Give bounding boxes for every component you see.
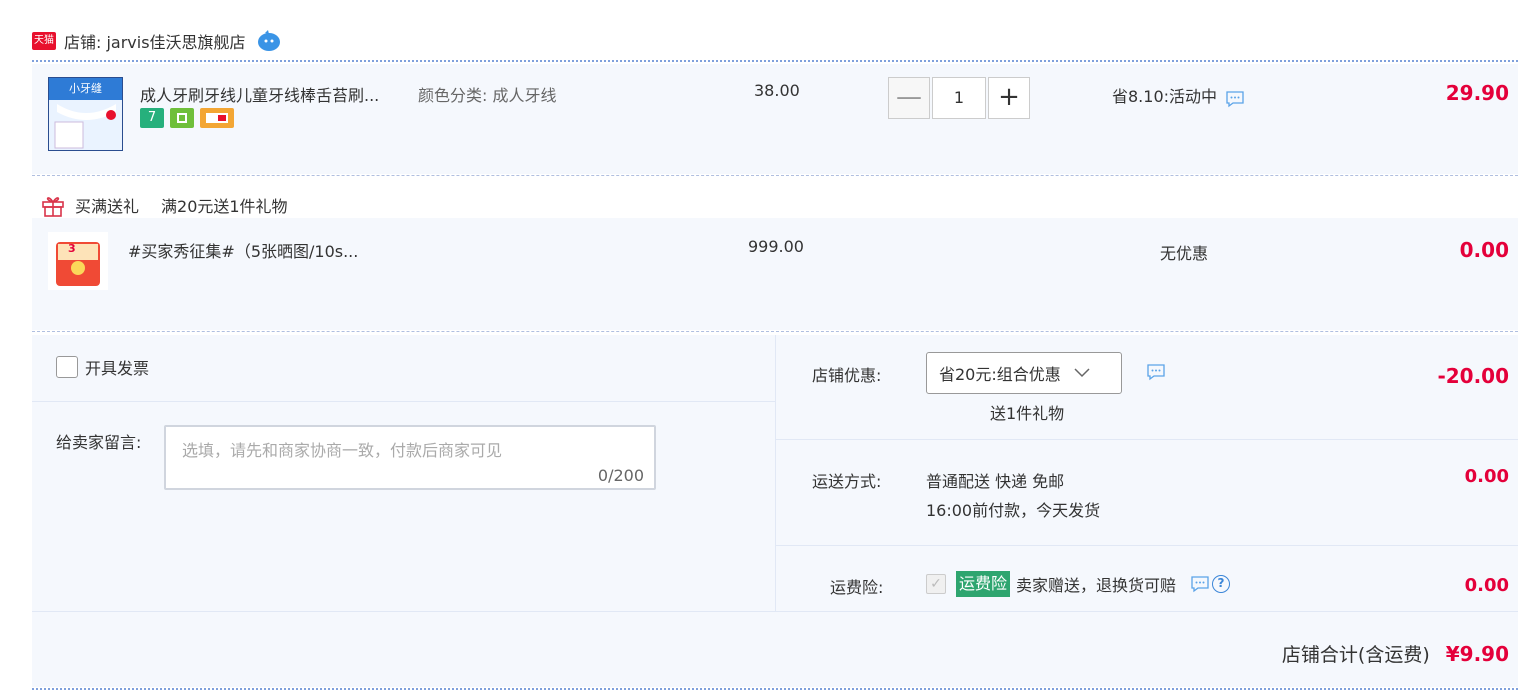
insurance-badge: 运费险 <box>956 571 1011 597</box>
gift-label: 买满送礼 <box>75 197 140 216</box>
tmall-logo: 天猫 <box>32 32 56 50</box>
message-placeholder: 选填，请先和商家协商一致，付款后商家可见 <box>182 441 503 460</box>
promo-1: 省8.10:活动中 <box>1112 82 1245 108</box>
divider <box>32 401 775 402</box>
invoice-checkbox[interactable] <box>56 356 78 378</box>
product-title-1[interactable]: 成人牙刷牙线儿童牙线棒舌苔刷... <box>140 82 410 106</box>
red-envelope-illustration <box>56 242 100 286</box>
insurance-checkbox: ✓ <box>926 574 946 594</box>
seven-day-return-icon: 7 <box>140 108 164 128</box>
gift-rule: 满20元送1件礼物 <box>161 197 288 216</box>
store-discount-selected: 省20元:组合优惠 <box>939 365 1061 384</box>
chevron-down-icon <box>1074 368 1090 378</box>
shipping-note: 16:00前付款，今天发货 <box>926 501 1101 520</box>
store-total-label: 店铺合计(含运费) <box>1281 644 1430 666</box>
message-counter: 0/200 <box>597 466 644 485</box>
product-sku-1: 颜色分类: 成人牙线 <box>418 86 557 105</box>
toothbrush-product-illustration <box>54 104 116 149</box>
store-discount-label: 店铺优惠: <box>812 366 882 385</box>
service-tags: 7 <box>140 108 234 128</box>
subtotal-2: 0.00 <box>1459 238 1509 262</box>
divider <box>776 545 1518 546</box>
gift-promo: 买满送礼 满20元送1件礼物 <box>40 192 288 218</box>
divider <box>32 611 1518 612</box>
store-total-amount: ¥9.90 <box>1445 641 1509 666</box>
promo-text-1: 省8.10:活动中 <box>1112 87 1218 106</box>
store-discount-sub: 送1件礼物 <box>990 404 1065 423</box>
shipping-amount: 0.00 <box>1464 466 1509 487</box>
message-textarea[interactable]: 选填，请先和商家协商一致，付款后商家可见 0/200 <box>164 425 656 490</box>
divider <box>32 688 1518 690</box>
insurance-amount: 0.00 <box>1464 575 1509 596</box>
store-header: 天猫 店铺: jarvis佳沃思旗舰店 <box>32 26 282 56</box>
product-title-2[interactable]: #买家秀征集#（5张晒图/10s... <box>128 238 358 262</box>
unit-price-2: 999.00 <box>748 237 804 256</box>
comment-icon[interactable] <box>1146 363 1166 381</box>
unit-price-1: 38.00 <box>754 81 800 100</box>
product-image-label: 小牙缝 <box>49 78 122 100</box>
insurance-label: 运费险: <box>830 578 884 597</box>
comment-icon[interactable] <box>1225 90 1245 108</box>
increase-quantity-button[interactable]: + <box>988 77 1030 119</box>
product-image-2[interactable]: 3 <box>48 232 108 290</box>
quantity-stepper: — 1 + <box>888 77 1030 119</box>
credit-card-icon <box>200 108 234 128</box>
decrease-quantity-button[interactable]: — <box>888 77 930 119</box>
message-label: 给卖家留言: <box>56 433 142 452</box>
column-divider <box>775 335 776 612</box>
insurance-text: 卖家赠送，退换货可赔 <box>1016 576 1177 595</box>
insurance-option: ✓ 运费险 卖家赠送，退换货可赔 ? <box>926 571 1231 597</box>
quantity-input[interactable]: 1 <box>932 77 986 119</box>
invoice-option[interactable]: 开具发票 <box>56 355 149 379</box>
product-image-label-2: 3 <box>68 242 76 255</box>
store-discount-amount: -20.00 <box>1437 364 1509 388</box>
subtotal-1: 29.90 <box>1445 81 1509 105</box>
help-icon[interactable]: ? <box>1212 575 1231 593</box>
shipping-label: 运送方式: <box>812 472 882 491</box>
guarantee-icon <box>170 108 194 128</box>
store-total: 店铺合计(含运费) ¥9.90 <box>1282 640 1509 667</box>
promo-2: 无优惠 <box>1160 244 1209 263</box>
divider <box>776 439 1518 440</box>
divider <box>32 331 1518 332</box>
product-image-1[interactable]: 小牙缝 <box>48 77 123 151</box>
divider <box>32 175 1518 176</box>
shipping-method: 普通配送 快递 免邮 <box>926 472 1065 491</box>
wangwang-chat-icon[interactable] <box>256 30 282 52</box>
divider <box>32 60 1518 62</box>
gift-icon <box>42 197 64 217</box>
store-discount-select[interactable]: 省20元:组合优惠 <box>926 352 1122 394</box>
comment-icon[interactable] <box>1190 575 1210 593</box>
invoice-label: 开具发票 <box>85 359 150 378</box>
item-row-2 <box>32 218 1518 330</box>
store-name[interactable]: 店铺: jarvis佳沃思旗舰店 <box>64 29 246 53</box>
